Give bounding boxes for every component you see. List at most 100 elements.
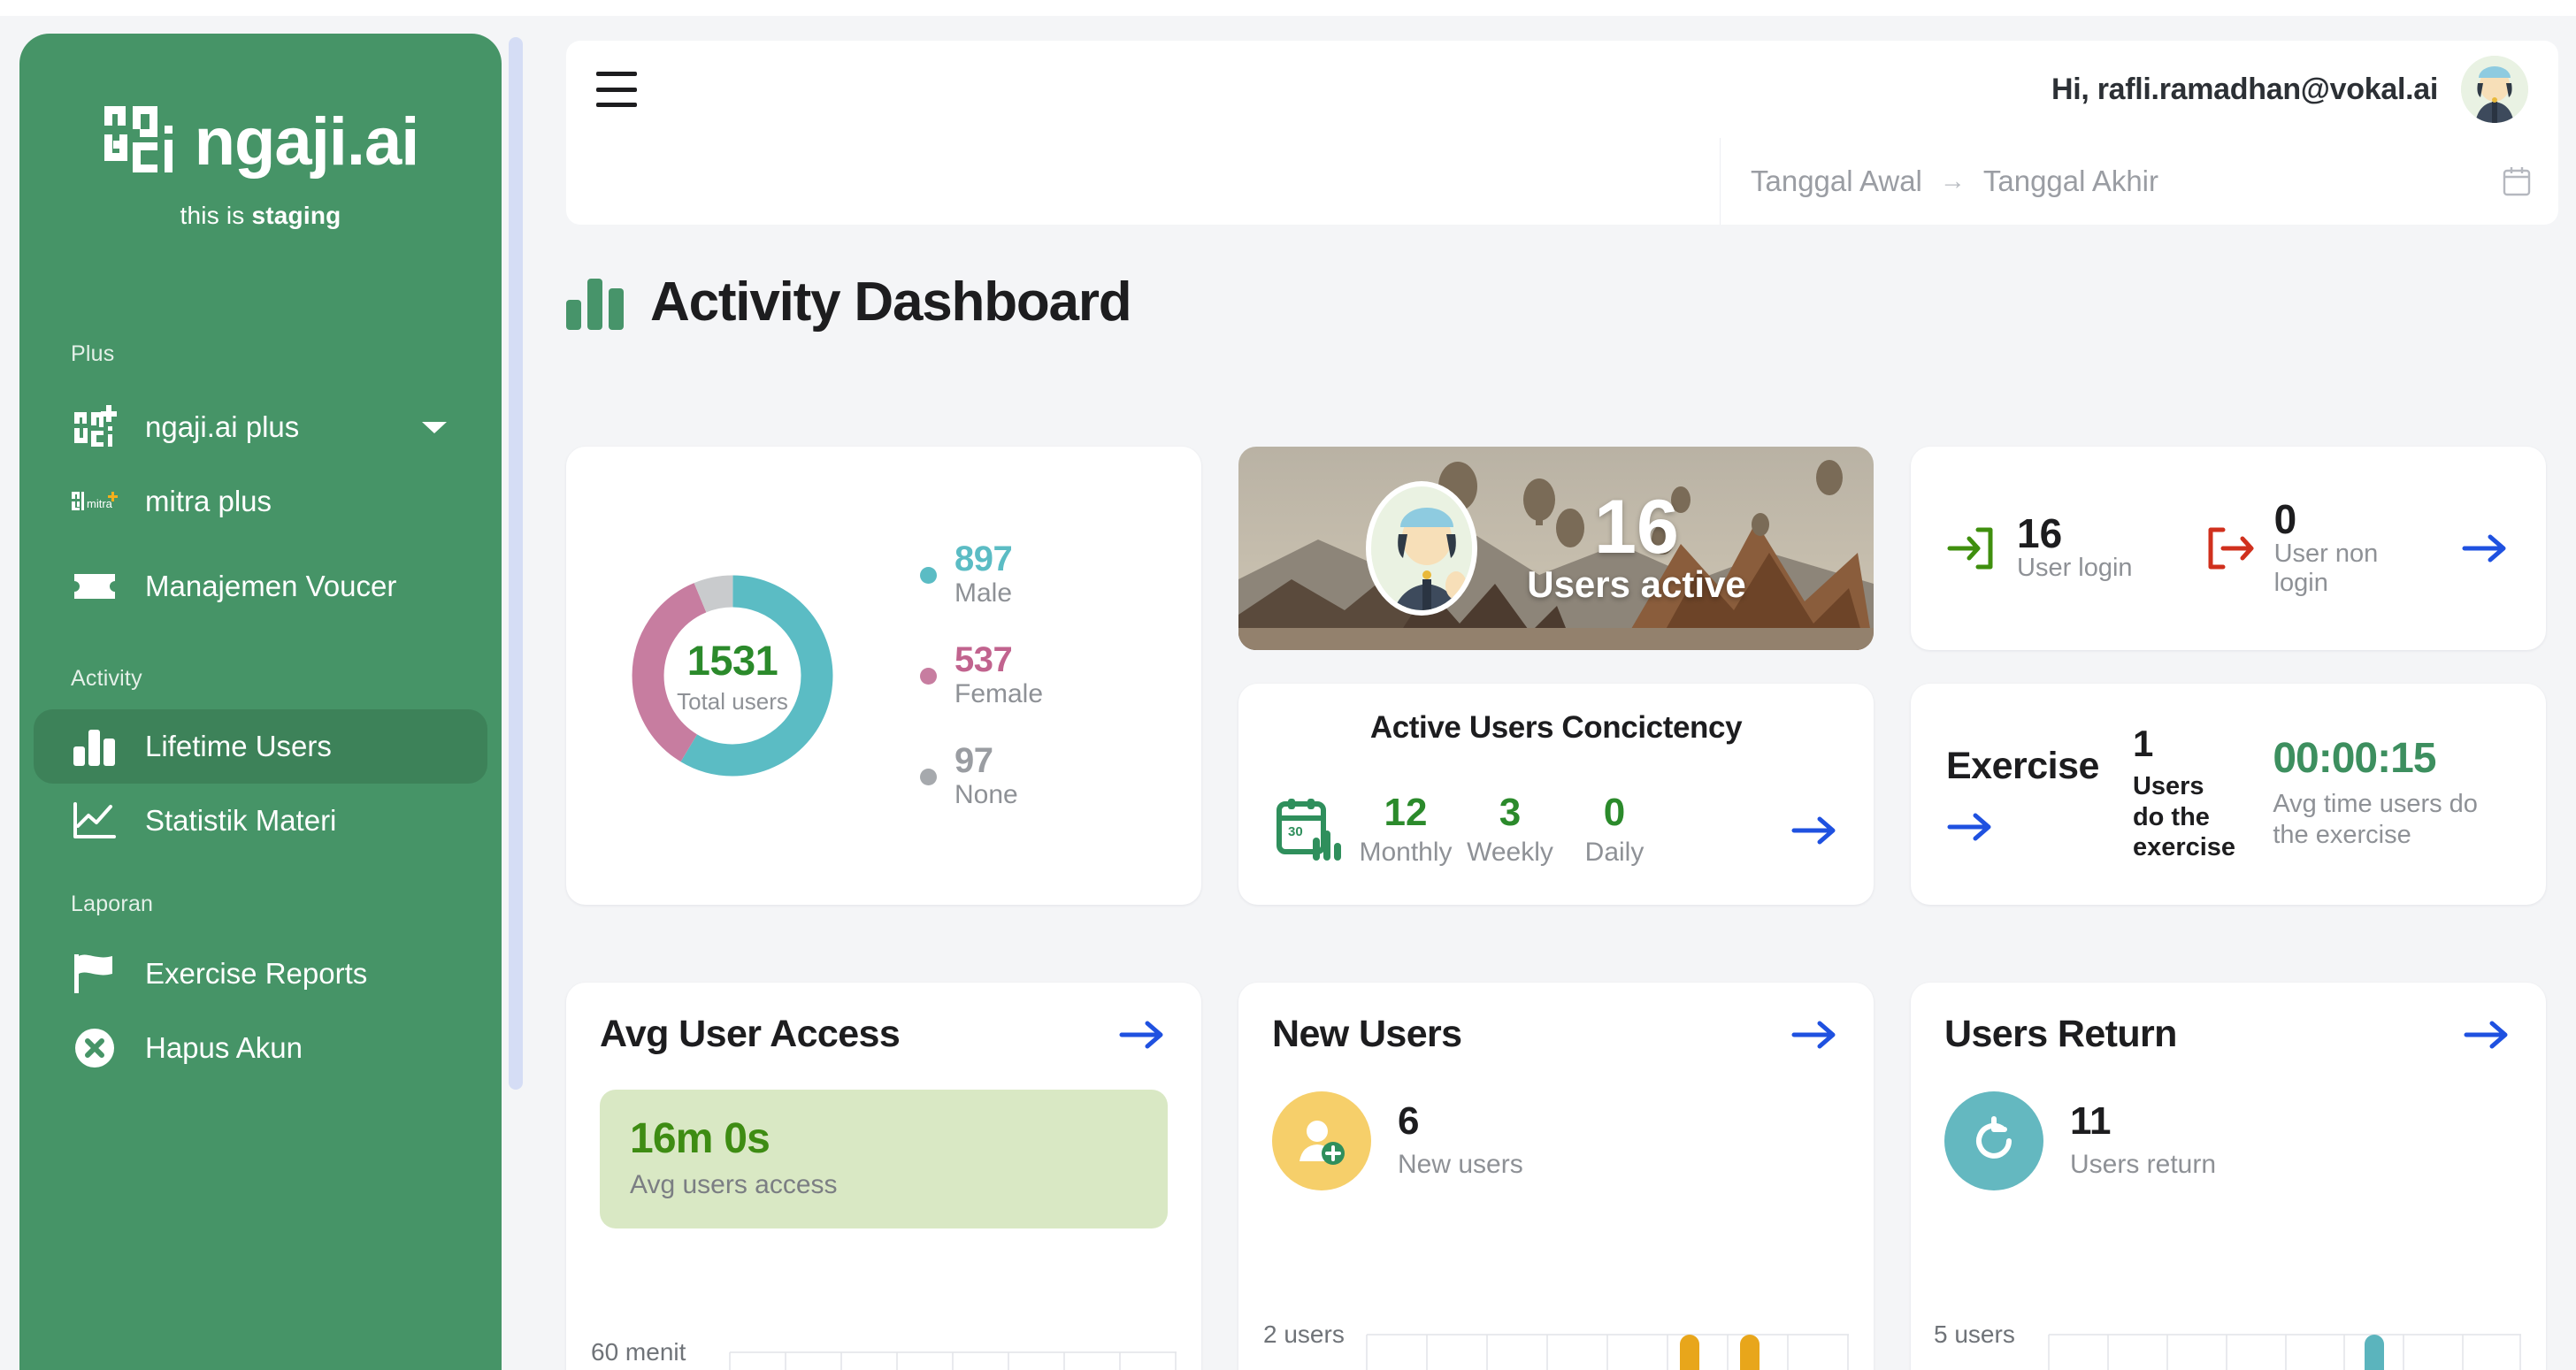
users-return-value: 11 — [2070, 1099, 2112, 1143]
page-title: Activity Dashboard — [650, 272, 1132, 333]
metric-monthly: 12 Monthly — [1353, 793, 1458, 868]
male-value: 897 — [954, 540, 1013, 578]
daily-label: Daily — [1584, 838, 1644, 867]
legend-dot-none — [920, 768, 937, 785]
add-user-icon — [1272, 1091, 1371, 1190]
new-users-card: New Users 6 New users 2 users — [1238, 983, 1874, 1370]
sidebar-item-mitra-plus[interactable]: mitra mitra plus — [34, 464, 487, 539]
exercise-count-label: Users do the exercise — [2132, 771, 2236, 862]
sidebar-item-label: Lifetime Users — [145, 729, 332, 762]
ytick-2users: 2 users — [1263, 1320, 1345, 1348]
ngaji-logo-mark — [103, 104, 175, 180]
sidebar-scrollbar-thumb[interactable] — [509, 37, 523, 1090]
exercise-card: Exercise 1 Users do the exercise 00:00:1… — [1911, 684, 2546, 905]
main-content: Hi, rafli.ramadhan@vokal.ai Tanggal Awal… — [533, 16, 2576, 1370]
user-login-label: User login — [2017, 554, 2133, 583]
user-avatar[interactable] — [2461, 56, 2528, 123]
active-users-column: 16 Users active Active Users Concictency — [1238, 447, 1874, 905]
sidebar-item-hapus-akun[interactable]: Hapus Akun — [34, 1011, 487, 1085]
users-return-title: Users Return — [1944, 1013, 2177, 1055]
arrow-right-icon[interactable] — [1946, 809, 2099, 845]
exercise-count-block: 1 Users do the exercise — [2132, 722, 2239, 863]
dashboard-grid-bottom: Avg User Access 16m 0s Avg users access … — [566, 983, 2558, 1370]
exercise-title: Exercise — [1946, 744, 2099, 787]
active-users-caption: Users active — [1527, 563, 1746, 606]
user-login-value: 16 — [2017, 510, 2063, 557]
daterange-bar: Tanggal Awal → Tanggal Akhir — [566, 138, 2558, 225]
topbar: Hi, rafli.ramadhan@vokal.ai — [566, 41, 2558, 138]
logins-exercise-column: 16 User login 0 User non login Exercise … — [1911, 447, 2546, 905]
ytick-60: 60 menit — [591, 1338, 686, 1366]
arrow-right-icon[interactable] — [1118, 1017, 1168, 1052]
bar-chart-icon — [566, 275, 624, 330]
sidebar-item-ngaji-ai-plus[interactable]: ngaji.ai plus — [34, 390, 487, 464]
sidebar: ngaji.ai this is staging Plus ngaji.ai p… — [19, 34, 502, 1370]
total-users-label: Total users — [677, 688, 788, 715]
env-name: staging — [251, 202, 341, 229]
avg-user-access-card: Avg User Access 16m 0s Avg users access … — [566, 983, 1201, 1370]
window-top-strip — [0, 0, 2576, 16]
new-users-label: New users — [1398, 1150, 1523, 1179]
sidebar-item-label: Hapus Akun — [145, 1030, 303, 1064]
gender-distribution-card: 1531 Total users 897 Male 537 Female 97 … — [566, 447, 1201, 905]
brand-logo: ngaji.ai this is staging — [19, 104, 502, 230]
donut-center-label: 1531 Total users — [621, 564, 844, 787]
gender-legend: 897 Male 537 Female 97 None — [920, 540, 1043, 811]
arrow-right-icon[interactable] — [1790, 1017, 1840, 1052]
chevron-down-icon[interactable] — [418, 417, 450, 438]
metric-daily: 0 Daily — [1562, 793, 1667, 868]
sidebar-item-label: Statistik Materi — [145, 803, 337, 837]
date-range-picker[interactable]: Tanggal Awal → Tanggal Akhir — [1720, 138, 2558, 225]
sidebar-item-label: mitra plus — [145, 484, 272, 517]
new-users-plot: 2 users — [1238, 1320, 1874, 1370]
delete-circle-icon — [71, 1024, 119, 1072]
active-users-avatar — [1366, 481, 1478, 616]
user-greeting[interactable]: Hi, rafli.ramadhan@vokal.ai — [2051, 56, 2528, 123]
avg-access-value: 16m 0s — [630, 1115, 770, 1162]
brand-name: ngaji.ai — [194, 104, 420, 180]
mitra-plus-icon: mitra — [71, 478, 119, 525]
calendar-stats-icon: 30 — [1272, 795, 1353, 866]
sidebar-item-exercise-reports[interactable]: Exercise Reports — [34, 937, 487, 1011]
ytick-5users: 5 users — [1934, 1320, 2015, 1348]
ngaji-plus-icon — [71, 403, 119, 451]
arrow-right-icon[interactable] — [2461, 531, 2511, 566]
new-users-title: New Users — [1272, 1013, 1462, 1055]
monthly-value: 12 — [1384, 791, 1428, 834]
metric-weekly: 3 Weekly — [1458, 793, 1562, 868]
start-date-input[interactable]: Tanggal Awal — [1751, 165, 1922, 198]
voucher-icon — [71, 563, 119, 610]
line-chart-icon — [71, 797, 119, 845]
legend-item: 537 Female — [920, 641, 1043, 710]
calendar-icon[interactable] — [2502, 165, 2532, 197]
sidebar-item-manajemen-voucer[interactable]: Manajemen Voucer — [34, 539, 487, 634]
dashboard-grid: 1531 Total users 897 Male 537 Female 97 … — [566, 447, 2558, 905]
sidebar-item-lifetime-users[interactable]: Lifetime Users — [34, 709, 487, 784]
avg-access-pill: 16m 0s Avg users access — [600, 1090, 1168, 1228]
login-icon — [1946, 524, 1997, 572]
exercise-avg-time: 00:00:15 — [2273, 735, 2436, 783]
legend-dot-male — [920, 566, 937, 584]
nav-section-plus: Plus — [71, 341, 115, 366]
female-value: 537 — [954, 640, 1013, 679]
gender-donut-chart: 1531 Total users — [621, 564, 844, 787]
svg-text:mitra: mitra — [87, 497, 113, 510]
exercise-avgtime-block: 00:00:15 Avg time users do the exercise — [2273, 738, 2511, 851]
exercise-count: 1 — [2132, 722, 2154, 764]
nav-section-activity: Activity — [71, 666, 142, 691]
user-non-login-stat: 0 User non login — [2204, 499, 2407, 599]
svg-text:30: 30 — [1288, 824, 1303, 839]
end-date-input[interactable]: Tanggal Akhir — [1983, 165, 2158, 198]
avg-access-plot: 60 menit 50 menit — [566, 1338, 1201, 1370]
sidebar-item-statistik-materi[interactable]: Statistik Materi — [34, 784, 487, 858]
legend-dot-female — [920, 667, 937, 685]
daily-value: 0 — [1603, 791, 1626, 834]
greeting-text: Hi, rafli.ramadhan@vokal.ai — [2051, 72, 2438, 106]
hamburger-icon[interactable] — [596, 72, 637, 107]
arrow-right-icon[interactable] — [2463, 1017, 2512, 1052]
none-label: None — [954, 780, 1018, 809]
avg-access-label: Avg users access — [630, 1170, 838, 1199]
active-users-concistency-card: Active Users Concictency 30 12 Monthly 3… — [1238, 684, 1874, 905]
female-label: Female — [954, 679, 1044, 708]
arrow-right-icon[interactable] — [1790, 813, 1840, 848]
